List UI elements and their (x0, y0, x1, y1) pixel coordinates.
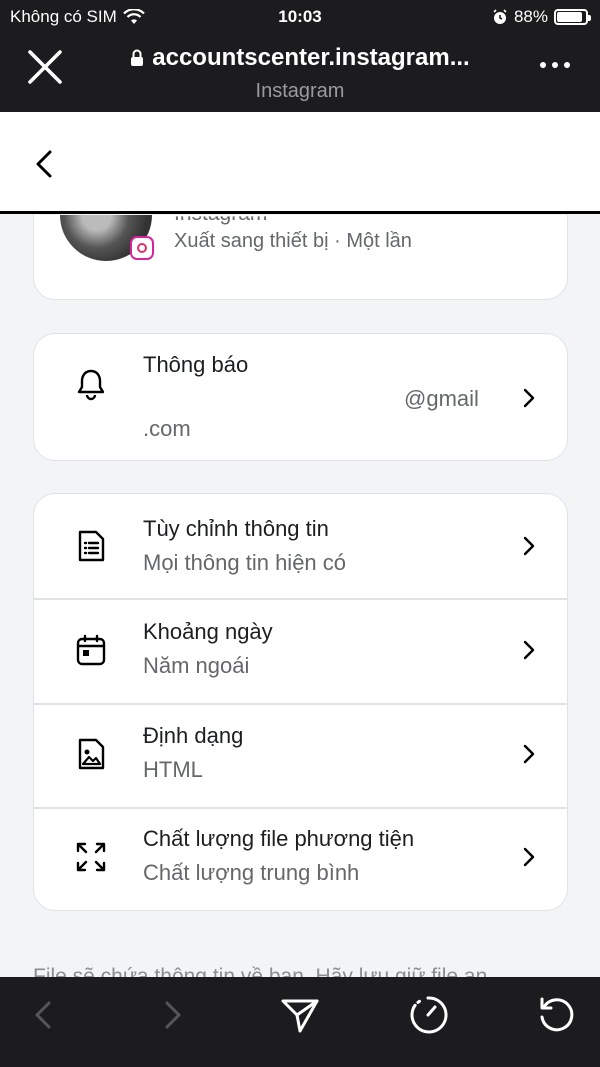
status-bar: Không có SIM 10:03 88% (0, 0, 600, 34)
setting-row-date-range[interactable]: Khoảng ngày Năm ngoái (34, 599, 567, 703)
account-name: Instagram (174, 216, 267, 226)
status-right: 88% (492, 7, 591, 27)
setting-title: Chất lượng file phương tiện (143, 826, 415, 851)
setting-value: Mọi thông tin hiện có (143, 550, 347, 575)
setting-title: Định dạng (143, 723, 244, 748)
setting-row-format[interactable]: Định dạng HTML (34, 704, 567, 808)
battery-percent: 88% (513, 7, 548, 26)
document-list-icon (78, 530, 105, 562)
share-send-icon[interactable] (278, 993, 322, 1037)
setting-title: Khoảng ngày (143, 619, 273, 644)
speed-dial-icon[interactable] (406, 993, 450, 1037)
instagram-logo-icon (130, 236, 154, 260)
chevron-right-icon (523, 640, 535, 660)
more-options-icon[interactable] (540, 58, 570, 72)
notification-card[interactable]: Thông báo @gmail .com (33, 333, 568, 461)
export-settings-card: Tùy chỉnh thông tin Mọi thông tin hiện c… (33, 493, 568, 911)
scroll-content[interactable]: Instagram Xuất sang thiết bị · Một lần T… (0, 215, 600, 977)
setting-title: Tùy chỉnh thông tin (143, 516, 329, 541)
setting-value: Năm ngoái (143, 653, 250, 678)
browser-bottom-toolbar (0, 977, 600, 1067)
export-footer-note: File sẽ chứa thông tin về bạn. Hãy lưu g… (33, 965, 488, 977)
email-part-2: .com (143, 416, 191, 441)
calendar-icon (76, 634, 106, 666)
site-name: Instagram (255, 80, 345, 102)
close-icon[interactable] (26, 48, 64, 86)
forward-nav-icon[interactable] (150, 993, 194, 1037)
alarm-icon (493, 9, 507, 24)
chevron-right-icon (523, 388, 535, 408)
back-arrow-icon[interactable] (30, 148, 58, 180)
chevron-right-icon (523, 744, 535, 764)
back-nav-icon[interactable] (22, 993, 66, 1037)
setting-row-customize-info[interactable]: Tùy chỉnh thông tin Mọi thông tin hiện c… (34, 494, 567, 598)
address-bar[interactable]: accountscenter.instagram... Instagram (110, 44, 490, 103)
setting-row-media-quality[interactable]: Chất lượng file phương tiện Chất lượng t… (34, 808, 567, 912)
lock-icon (131, 49, 144, 66)
bell-icon (77, 369, 105, 401)
browser-top-bar: Không có SIM 10:03 88% accountscenter.in… (0, 0, 600, 112)
account-card: Instagram Xuất sang thiết bị · Một lần (33, 215, 568, 300)
reload-icon[interactable] (534, 993, 578, 1037)
setting-value: Chất lượng trung bình (143, 860, 360, 885)
chevron-right-icon (523, 536, 535, 556)
battery-icon (554, 9, 591, 25)
image-file-icon (78, 738, 105, 770)
page-header (0, 112, 600, 214)
account-export-subtitle: Xuất sang thiết bị · Một lần (174, 230, 412, 252)
setting-value: HTML (143, 757, 203, 782)
email-part-1: @gmail (404, 386, 479, 411)
url-text: accountscenter.instagram... (152, 44, 470, 71)
notification-title: Thông báo (143, 352, 249, 377)
chevron-right-icon (523, 847, 535, 867)
expand-arrows-icon (76, 842, 106, 872)
